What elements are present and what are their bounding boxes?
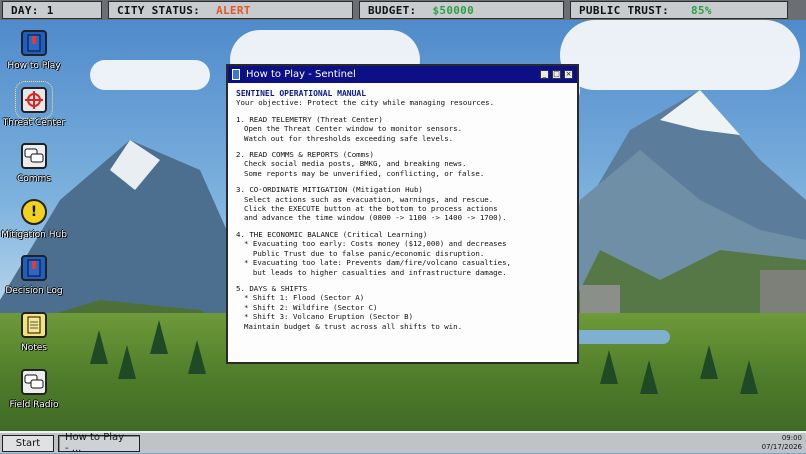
- section-line: but leads to higher casualties and infra…: [244, 267, 507, 277]
- manual-intro: Your objective: Protect the city while m…: [236, 98, 495, 108]
- section-line: Public Trust due to false panic/economic…: [244, 248, 485, 258]
- manual-heading: SENTINEL OPERATIONAL MANUAL: [236, 89, 367, 98]
- day-indicator: DAY: 1: [2, 1, 102, 19]
- desktop-icon-label: Field Radio: [9, 400, 59, 410]
- taskbar: Start How to Play - ... 09:00 07/17/2026: [0, 431, 806, 454]
- chat-bubbles-icon: [21, 369, 47, 395]
- window-title-bar[interactable]: How to Play - Sentinel _ □ ×: [228, 66, 577, 83]
- desktop-icon-threat-center[interactable]: Threat Center: [2, 81, 66, 128]
- section-title: 1. READ TELEMETRY (Threat Center): [236, 114, 383, 124]
- city-status-value: ALERT: [216, 3, 251, 17]
- window-title: How to Play - Sentinel: [246, 69, 356, 80]
- desktop-icon-how-to-play[interactable]: How to Play: [6, 30, 62, 71]
- desktop-icon-field-radio[interactable]: Field Radio: [6, 369, 62, 410]
- section-line: * Evacuating too late: Prevents dam/fire…: [244, 258, 511, 268]
- section-line: Check social media posts, BMKG, and brea…: [244, 159, 467, 169]
- status-bar: DAY: 1 CITY STATUS: ALERT BUDGET: $50000…: [0, 0, 806, 20]
- section-title: 2. READ COMMS & REPORTS (Comms): [236, 150, 374, 160]
- section-title: 5. DAYS & SHIFTS: [236, 283, 308, 293]
- desktop-icon-notes[interactable]: Notes: [6, 312, 62, 353]
- desktop-icon-label: How to Play: [7, 61, 61, 71]
- section-line: Some reports may be unverified, conflict…: [244, 168, 485, 178]
- manual-content: SENTINEL OPERATIONAL MANUAL Your objectiv…: [228, 83, 577, 337]
- section-line: * Shift 1: Flood (Sector A): [244, 293, 365, 303]
- crosshair-icon: [15, 81, 53, 119]
- budget-indicator: BUDGET: $50000: [359, 1, 564, 19]
- section-line: * Shift 3: Volcano Eruption (Sector B): [244, 312, 414, 322]
- section-line: and advance the time window (0800 -> 110…: [244, 213, 507, 223]
- desktop-icon-comms[interactable]: Comms: [6, 143, 62, 184]
- book-icon: [232, 69, 240, 80]
- section-line: * Shift 2: Wildfire (Sector C): [244, 302, 378, 312]
- public-trust-indicator: PUBLIC TRUST: 85%: [570, 1, 788, 19]
- section-title: 4. THE ECONOMIC BALANCE (Critical Learni…: [236, 229, 428, 239]
- notepad-icon: [21, 312, 47, 338]
- city-status-label: CITY STATUS:: [117, 3, 201, 17]
- desktop-icon-label: Threat Center: [2, 118, 66, 128]
- section-line: Select actions such as evacuation, warni…: [244, 194, 494, 204]
- day-label: DAY:: [11, 3, 39, 17]
- budget-value: $50000: [432, 3, 475, 17]
- clock-date: 07/17/2026: [761, 443, 802, 451]
- how-to-play-window[interactable]: How to Play - Sentinel _ □ × SENTINEL OP…: [226, 64, 579, 364]
- desktop-icon-label: Decision Log: [5, 286, 63, 296]
- warning-icon: !: [21, 199, 47, 225]
- system-clock: 09:00 07/17/2026: [762, 434, 802, 452]
- desktop-icon-label: Notes: [21, 343, 47, 353]
- start-button[interactable]: Start: [2, 434, 54, 452]
- day-value: 1: [46, 3, 54, 17]
- section-line: Watch out for thresholds exceeding safe …: [244, 133, 454, 143]
- book-icon: [21, 30, 47, 56]
- desktop-icon-decision-log[interactable]: Decision Log: [5, 255, 63, 296]
- section-title: 3. CO-ORDINATE MITIGATION (Mitigation Hu…: [236, 185, 423, 195]
- public-trust-value: 85%: [691, 3, 712, 17]
- maximize-button[interactable]: □: [552, 70, 561, 79]
- minimize-button[interactable]: _: [540, 70, 549, 79]
- clock-time: 09:00: [781, 434, 802, 442]
- budget-label: BUDGET:: [368, 3, 417, 17]
- desktop-icon-mitigation-hub[interactable]: ! Mitigation Hub: [1, 199, 67, 240]
- book-icon: [21, 255, 47, 281]
- close-button[interactable]: ×: [564, 70, 573, 79]
- city-status-indicator: CITY STATUS: ALERT: [108, 1, 353, 19]
- section-line: * Evacuating too early: Costs money ($12…: [244, 239, 507, 249]
- section-line: Open the Threat Center window to monitor…: [244, 124, 463, 134]
- taskbar-item-how-to-play[interactable]: How to Play - ...: [58, 432, 140, 454]
- section-line: Click the EXECUTE button at the bottom t…: [244, 204, 498, 214]
- desktop-icon-label: Mitigation Hub: [1, 230, 67, 240]
- public-trust-label: PUBLIC TRUST:: [579, 3, 669, 17]
- desktop-icon-label: Comms: [16, 174, 51, 184]
- chat-bubbles-icon: [21, 143, 47, 169]
- section-line: Maintain budget & trust across all shift…: [244, 321, 463, 331]
